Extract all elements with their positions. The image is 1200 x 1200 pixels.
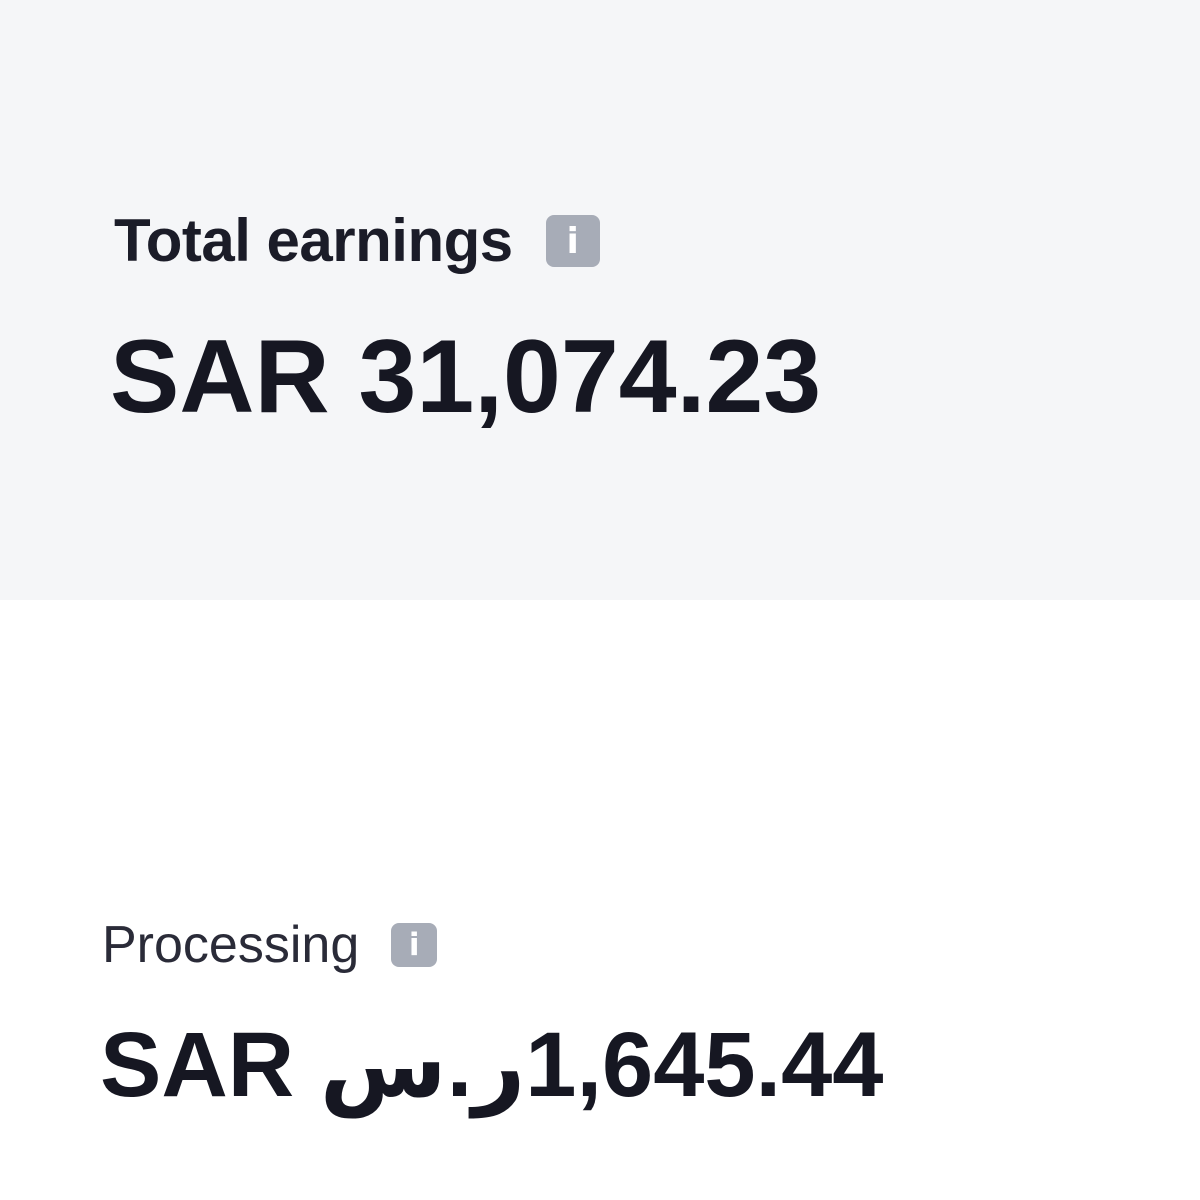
info-icon[interactable]: i <box>391 923 438 967</box>
total-earnings-header: Total earnings i <box>114 205 600 277</box>
earnings-summary: Total earnings i SAR 31,074.23 Processin… <box>0 0 1200 1200</box>
total-earnings-amount: SAR 31,074.23 <box>110 319 822 435</box>
processing-amount: 1,645.44ر.س SAR <box>100 1014 884 1116</box>
total-earnings-label: Total earnings <box>114 207 513 274</box>
total-earnings-card: Total earnings i SAR 31,074.23 <box>0 0 1200 600</box>
processing-header: Processing i <box>102 914 438 976</box>
processing-label: Processing <box>102 916 360 974</box>
info-icon[interactable]: i <box>545 215 600 267</box>
